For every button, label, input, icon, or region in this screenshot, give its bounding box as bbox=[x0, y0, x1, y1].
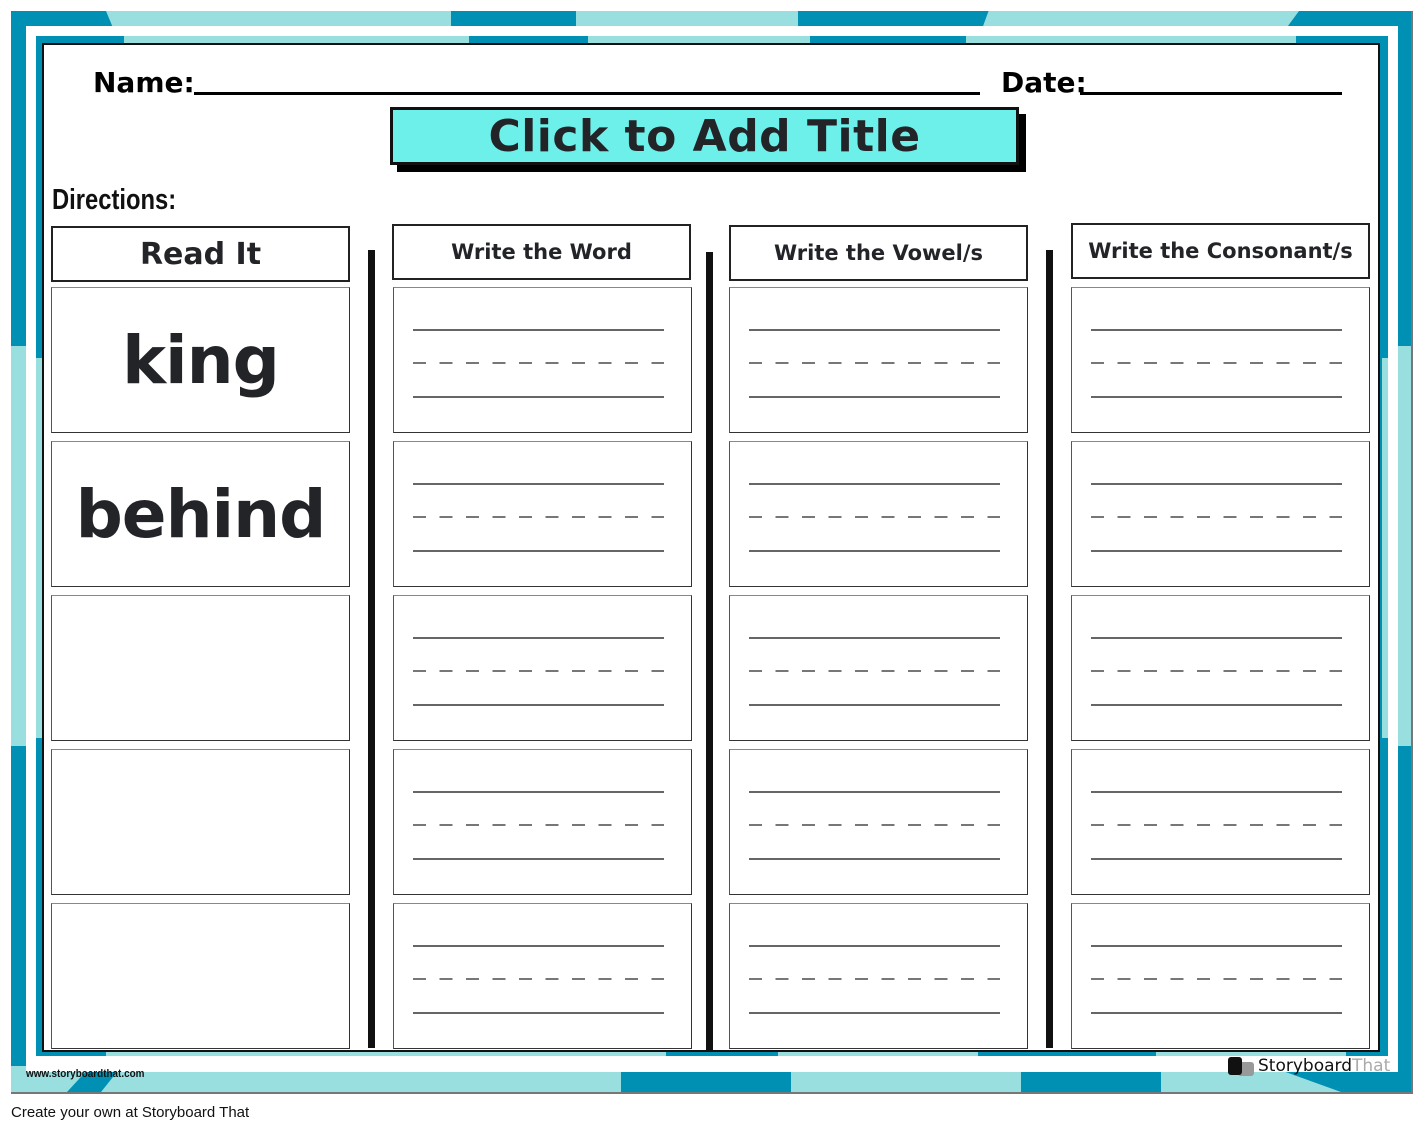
speech-bubble-icon bbox=[1228, 1057, 1242, 1075]
writing-base-line bbox=[413, 858, 664, 860]
cell-write-vowels[interactable] bbox=[729, 595, 1028, 741]
writing-mid-dashed-line bbox=[1091, 824, 1342, 826]
cell-write-vowels[interactable] bbox=[729, 287, 1028, 433]
cell-read-it: king bbox=[51, 287, 350, 433]
date-label: Date: bbox=[1001, 66, 1087, 99]
cell-write-consonants[interactable] bbox=[1071, 287, 1370, 433]
writing-base-line bbox=[413, 1012, 664, 1014]
cell-read-it bbox=[51, 749, 350, 895]
column-divider bbox=[706, 252, 713, 1050]
writing-top-line bbox=[413, 329, 664, 331]
writing-mid-dashed-line bbox=[749, 978, 1000, 980]
writing-mid-dashed-line bbox=[1091, 978, 1342, 980]
column-divider bbox=[1046, 250, 1053, 1048]
cell-write-word[interactable] bbox=[393, 441, 692, 587]
writing-top-line bbox=[413, 945, 664, 947]
writing-base-line bbox=[749, 858, 1000, 860]
brand-secondary: That bbox=[1352, 1056, 1391, 1076]
cell-write-word[interactable] bbox=[393, 595, 692, 741]
read-it-word: king bbox=[122, 321, 280, 399]
writing-top-line bbox=[749, 329, 1000, 331]
writing-top-line bbox=[749, 483, 1000, 485]
frame-band bbox=[1382, 358, 1388, 738]
cell-read-it bbox=[51, 903, 350, 1049]
writing-top-line bbox=[1091, 945, 1342, 947]
writing-base-line bbox=[413, 396, 664, 398]
name-label: Name: bbox=[93, 66, 195, 99]
frame-white-right bbox=[1388, 26, 1398, 1072]
date-field[interactable] bbox=[1080, 92, 1342, 95]
writing-top-line bbox=[413, 483, 664, 485]
column-header-label: Write the Consonant/s bbox=[1088, 239, 1353, 263]
frame-white-left bbox=[26, 26, 36, 1072]
writing-mid-dashed-line bbox=[413, 670, 664, 672]
cell-write-vowels[interactable] bbox=[729, 749, 1028, 895]
writing-base-line bbox=[413, 550, 664, 552]
writing-top-line bbox=[413, 791, 664, 793]
writing-top-line bbox=[749, 945, 1000, 947]
site-watermark: www.storyboardthat.com bbox=[26, 1068, 145, 1080]
writing-base-line bbox=[1091, 1012, 1342, 1014]
cell-write-consonants[interactable] bbox=[1071, 441, 1370, 587]
cell-read-it bbox=[51, 595, 350, 741]
footer-link[interactable]: Create your own at Storyboard That bbox=[11, 1104, 249, 1121]
cell-write-word[interactable] bbox=[393, 903, 692, 1049]
column-divider bbox=[368, 250, 375, 1048]
writing-top-line bbox=[749, 791, 1000, 793]
cell-write-consonants[interactable] bbox=[1071, 749, 1370, 895]
writing-top-line bbox=[749, 637, 1000, 639]
read-it-word: behind bbox=[75, 475, 327, 553]
writing-base-line bbox=[1091, 550, 1342, 552]
name-field[interactable] bbox=[194, 92, 980, 95]
writing-base-line bbox=[1091, 396, 1342, 398]
writing-mid-dashed-line bbox=[1091, 362, 1342, 364]
writing-base-line bbox=[749, 550, 1000, 552]
writing-mid-dashed-line bbox=[749, 670, 1000, 672]
writing-top-line bbox=[1091, 637, 1342, 639]
writing-top-line bbox=[1091, 791, 1342, 793]
writing-base-line bbox=[413, 704, 664, 706]
cell-read-it: behind bbox=[51, 441, 350, 587]
column-header-write-consonants: Write the Consonant/s bbox=[1071, 223, 1370, 279]
writing-mid-dashed-line bbox=[749, 516, 1000, 518]
writing-mid-dashed-line bbox=[749, 824, 1000, 826]
cell-write-word[interactable] bbox=[393, 287, 692, 433]
read-it-word bbox=[52, 904, 349, 1048]
writing-base-line bbox=[1091, 704, 1342, 706]
writing-top-line bbox=[1091, 329, 1342, 331]
cell-write-word[interactable] bbox=[393, 749, 692, 895]
writing-base-line bbox=[749, 396, 1000, 398]
storyboardthat-logo: Storyboard That bbox=[1228, 1056, 1390, 1076]
brand-primary: Storyboard bbox=[1258, 1056, 1352, 1076]
cell-write-vowels[interactable] bbox=[729, 441, 1028, 587]
writing-base-line bbox=[749, 1012, 1000, 1014]
column-header-write-word: Write the Word bbox=[392, 224, 691, 280]
writing-mid-dashed-line bbox=[1091, 516, 1342, 518]
writing-base-line bbox=[749, 704, 1000, 706]
column-header-label: Read It bbox=[139, 236, 262, 272]
writing-mid-dashed-line bbox=[749, 362, 1000, 364]
column-header-label: Write the Vowel/s bbox=[773, 241, 984, 265]
directions-label: Directions: bbox=[52, 184, 177, 216]
column-header-write-vowels: Write the Vowel/s bbox=[729, 225, 1028, 281]
cell-write-consonants[interactable] bbox=[1071, 903, 1370, 1049]
cell-write-vowels[interactable] bbox=[729, 903, 1028, 1049]
column-header-read-it: Read It bbox=[51, 226, 350, 282]
cell-write-consonants[interactable] bbox=[1071, 595, 1370, 741]
writing-mid-dashed-line bbox=[413, 978, 664, 980]
column-header-label: Write the Word bbox=[451, 240, 632, 264]
worksheet-title[interactable]: Click to Add Title bbox=[488, 111, 920, 162]
frame-white-bottom bbox=[26, 1056, 1398, 1072]
writing-mid-dashed-line bbox=[1091, 670, 1342, 672]
writing-mid-dashed-line bbox=[413, 824, 664, 826]
read-it-word bbox=[52, 596, 349, 740]
writing-top-line bbox=[1091, 483, 1342, 485]
writing-mid-dashed-line bbox=[413, 362, 664, 364]
read-it-word bbox=[52, 750, 349, 894]
title-box[interactable]: Click to Add Title bbox=[390, 107, 1019, 165]
writing-base-line bbox=[1091, 858, 1342, 860]
writing-top-line bbox=[413, 637, 664, 639]
writing-mid-dashed-line bbox=[413, 516, 664, 518]
